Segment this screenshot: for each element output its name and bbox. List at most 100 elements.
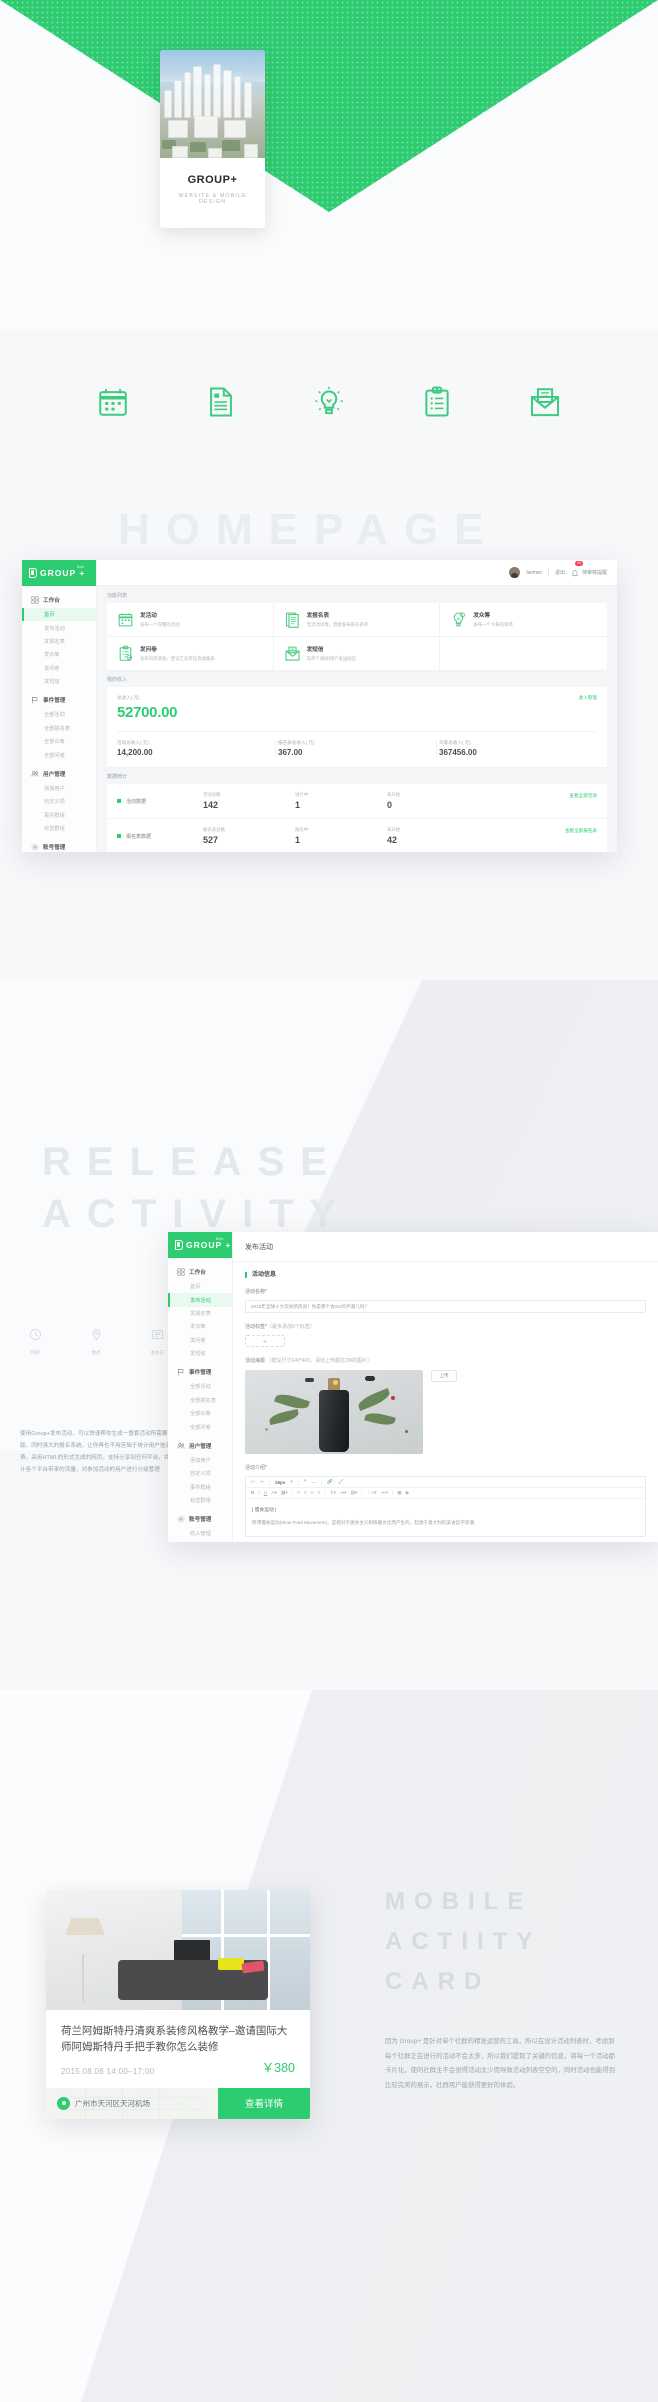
sidebar-item-all-forms[interactable]: 全部报名表 <box>168 1394 232 1407</box>
editor-content[interactable]: | 慢食运动 | 所谓慢食运动(Slow Food Movement)，是相对于… <box>246 1499 645 1536</box>
notification-area[interactable]: 44 待审核提醒 <box>571 560 607 582</box>
release-feature-label: 地点 <box>91 1350 101 1355</box>
sidebar-item-custom-fields[interactable]: 自定义项 <box>168 1467 232 1480</box>
line-height-icon[interactable]: ⇕▾ <box>330 1491 336 1496</box>
editor-toolbar-row-1[interactable]: ↩ ↪ | 16px ▾ | ❞ — | 🔗 🧹 <box>246 1477 645 1488</box>
sidebar-item-event-groups[interactable]: 事件群组 <box>22 809 96 822</box>
bullet-list-icon[interactable]: ≔▾ <box>381 1491 388 1496</box>
underline-icon[interactable]: U <box>264 1491 267 1496</box>
sidebar-item-event-groups[interactable]: 事件群组 <box>168 1481 232 1494</box>
ordered-list-icon[interactable]: ⋮≡▾ <box>367 1491 377 1496</box>
nav-group-header[interactable]: 工作台 <box>168 1264 232 1280</box>
sidebar-item-all-activities[interactable]: 全部活动 <box>168 1380 232 1393</box>
sidebar-item-tag-groups[interactable]: 标签群组 <box>168 1494 232 1507</box>
sidebar-item-tag-groups[interactable]: 标签群组 <box>22 822 96 835</box>
avatar[interactable] <box>509 567 521 578</box>
watermark-actiity: ACTIITY <box>385 1928 542 1955</box>
sidebar-item-publish-sms[interactable]: 发短信 <box>168 1347 232 1360</box>
function-cell-form[interactable]: 发报名表 无活动详情，直接发布报名表单 <box>273 603 441 637</box>
rich-text-editor[interactable]: ↩ ↪ | 16px ▾ | ❞ — | 🔗 🧹 B I U A▾ ▦▾ | ≡… <box>245 1476 646 1537</box>
video-icon[interactable]: ▶ <box>406 1491 410 1496</box>
grid-icon <box>31 596 39 604</box>
sidebar-item-publish-crowdfunding[interactable]: 发众筹 <box>168 1320 232 1333</box>
stat-value: 142 <box>203 800 219 810</box>
income-column: 众筹总收入( 元) 367456.00 <box>436 740 597 757</box>
italic-icon[interactable]: I <box>258 1491 259 1496</box>
align-justify-icon[interactable]: ≡ <box>318 1491 321 1496</box>
highlight-icon[interactable]: ▦▾ <box>281 1491 288 1496</box>
table-icon[interactable]: ▤▾ <box>350 1491 357 1496</box>
view-all-forms-link[interactable]: 查看全部报名表 <box>565 828 597 834</box>
clear-format-icon[interactable]: 🧹 <box>338 1479 344 1485</box>
sidebar-item-add-user[interactable]: 添加用户 <box>22 782 96 795</box>
bold-icon[interactable]: B <box>251 1491 254 1496</box>
sidebar-item-publish-survey[interactable]: 发问卷 <box>22 662 96 675</box>
sidebar-item-add-user[interactable]: 添加用户 <box>168 1454 232 1467</box>
sidebar-item-custom-fields[interactable]: 自定义项 <box>22 795 96 808</box>
brand-logo[interactable]: GROUP + Beta <box>22 560 96 586</box>
function-cell-crowdfunding[interactable]: 发众筹 发布一个众筹的项目 <box>440 603 607 637</box>
sidebar-item-publish-crowdfunding[interactable]: 发众筹 <box>22 648 96 661</box>
add-tag-button[interactable]: + <box>245 1335 285 1347</box>
sidebar-item-all-activities[interactable]: 全部活动 <box>22 708 96 721</box>
nav-group-header[interactable]: 账号管理 <box>168 1511 232 1527</box>
text-color-icon[interactable]: A▾ <box>271 1491 277 1496</box>
publish-activity-window: GROUP + Beta 工作台 首页 发布活动 发报名表 发众筹 发问卷 发短… <box>168 1232 658 1542</box>
align-center-icon[interactable]: ≡ <box>304 1491 307 1496</box>
sidebar: GROUP + Beta 工作台 首页 发布活动 发报名表 发众筹 发问卷 发短… <box>168 1232 233 1542</box>
nav-group-header[interactable]: 事件管理 <box>22 692 96 708</box>
sidebar-item-publish-survey[interactable]: 发问卷 <box>168 1334 232 1347</box>
sidebar-item-publish-activity[interactable]: 发布活动 <box>22 621 96 634</box>
sidebar-item-all-crowdfunding[interactable]: 全部众筹 <box>168 1407 232 1420</box>
sidebar-item-home[interactable]: 首页 <box>168 1280 232 1293</box>
sidebar-item-all-crowdfunding[interactable]: 全部众筹 <box>22 735 96 748</box>
activity-tag-label: 活动标签*（最多添加5个标签） <box>245 1324 315 1330</box>
sidebar-item-publish-form[interactable]: 发报名表 <box>168 1307 232 1320</box>
activity-name-input[interactable]: 2016年全球十大饮食新风尚！你是那个会SO的弄潮儿吗？ <box>245 1300 646 1313</box>
upload-button[interactable]: 上传 <box>431 1370 457 1382</box>
sidebar-item-publish-sms[interactable]: 发短信 <box>22 675 96 688</box>
activity-title: 荷兰阿姆斯特丹清爽系装修风格教学–邀请国际大师阿姆斯特丹手把手教你怎么装修 <box>61 2025 288 2054</box>
align-right-icon[interactable]: ≡ <box>311 1491 314 1496</box>
nav-group-header[interactable]: 用户管理 <box>22 766 96 782</box>
income-col-label: 众筹总收入( 元) <box>439 740 471 745</box>
quote-icon[interactable]: ❞ <box>304 1479 306 1485</box>
hr-icon[interactable]: — <box>311 1480 316 1485</box>
income-management-link[interactable]: 收入管理 <box>579 695 597 701</box>
undo-icon[interactable]: ↩ <box>251 1479 255 1485</box>
link-icon[interactable]: 🔗 <box>327 1479 333 1485</box>
sidebar-item-all-surveys[interactable]: 全部问卷 <box>168 1420 232 1433</box>
sidebar-item-all-surveys[interactable]: 全部问卷 <box>22 748 96 761</box>
function-cell-sms[interactable]: 发短信 向单个/群组用户发送短信 <box>274 637 441 670</box>
image-icon[interactable]: ▣ <box>397 1491 402 1496</box>
chevron-down-icon[interactable]: ▾ <box>290 1479 292 1485</box>
sidebar-item-all-forms[interactable]: 全部报名表 <box>22 722 96 735</box>
align-left-icon[interactable]: ≡ <box>297 1491 300 1496</box>
editor-toolbar-row-2[interactable]: B I U A▾ ▦▾ | ≡ ≡ ≡ ≡ | ⇕▾ ⇥▾ ▤▾ | ⋮≡▾ ≔… <box>246 1488 645 1499</box>
sidebar-item-account-settings[interactable]: 账号设置 <box>168 1541 232 1542</box>
watermark-activity: ACTIVITY <box>42 1192 353 1236</box>
view-detail-button[interactable]: 查看详情 <box>218 2087 310 2119</box>
nav-group-header[interactable]: 事件管理 <box>168 1364 232 1380</box>
indent-icon[interactable]: ⇥▾ <box>340 1491 346 1496</box>
nav-group-header[interactable]: 用户管理 <box>168 1438 232 1454</box>
sidebar-item-home[interactable]: 首页 <box>22 608 96 622</box>
nav-group-header[interactable]: 工作台 <box>22 592 96 608</box>
sidebar-item-income-management[interactable]: 收入管理 <box>168 1527 232 1540</box>
function-cell-survey[interactable]: 发问卷 发布问卷调查，登记汇总等信息收集表 <box>107 637 274 670</box>
sidebar-item-publish-activity[interactable]: 发布活动 <box>168 1293 232 1308</box>
view-all-activities-link[interactable]: 查看全部活动 <box>569 793 597 799</box>
logout-button[interactable]: 退出 <box>555 569 565 576</box>
brand-logo[interactable]: GROUP + Beta <box>168 1232 232 1258</box>
document-icon <box>204 385 238 419</box>
stat-value: 1 <box>295 800 301 810</box>
function-title: 发活动 <box>140 613 157 620</box>
poster-label: 活动海报 （建议尺寸640*400，请勿上传超过2M的图片） <box>245 1358 372 1364</box>
sidebar-item-publish-form[interactable]: 发报名表 <box>22 635 96 648</box>
font-size-select[interactable]: 16px <box>275 1480 285 1485</box>
redo-icon[interactable]: ↪ <box>260 1479 264 1485</box>
function-cell-activity[interactable]: 发活动 发布一个完整的活动 <box>107 603 274 637</box>
activity-location[interactable]: 广州市天河区天河机场 <box>46 2087 218 2119</box>
nav-group-header[interactable]: 账号管理 <box>22 839 96 852</box>
users-icon <box>177 1442 185 1450</box>
